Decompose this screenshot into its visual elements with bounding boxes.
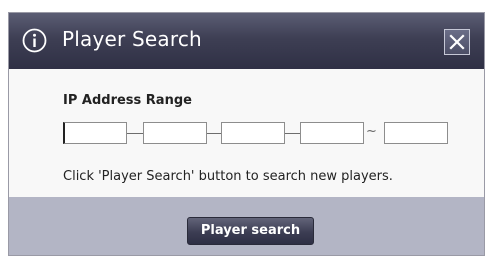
info-icon — [22, 28, 47, 53]
dialog-titlebar: Player Search — [9, 13, 484, 69]
octet-separator — [285, 133, 300, 134]
dialog-footer: Player search — [9, 197, 484, 255]
player-search-button[interactable]: Player search — [187, 217, 314, 245]
range-separator: ~ — [366, 124, 377, 139]
dialog-body: IP Address Range ~ Click 'Player Search'… — [9, 69, 484, 197]
dialog-title: Player Search — [62, 27, 202, 51]
close-button[interactable] — [444, 29, 470, 55]
ip-start-octet-3[interactable] — [221, 122, 285, 144]
ip-start-octet-4[interactable] — [300, 122, 364, 144]
ip-range-label: IP Address Range — [63, 93, 192, 108]
player-search-dialog: Player Search IP Address Range ~ Click '… — [8, 12, 485, 256]
octet-separator — [127, 133, 143, 134]
close-icon — [449, 34, 465, 50]
ip-start-octet-1[interactable] — [63, 122, 127, 144]
octet-separator — [207, 133, 221, 134]
search-hint-text: Click 'Player Search' button to search n… — [63, 169, 393, 184]
ip-start-octet-2[interactable] — [143, 122, 207, 144]
ip-end-octet[interactable] — [384, 122, 448, 144]
